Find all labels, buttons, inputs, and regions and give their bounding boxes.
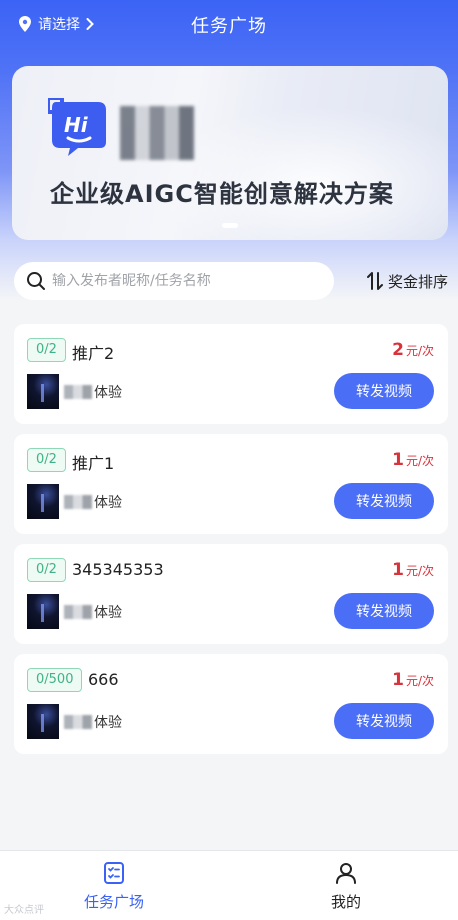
- video-thumbnail[interactable]: [27, 704, 59, 739]
- task-name: 666: [88, 670, 119, 689]
- task-price: 2 元/次: [392, 340, 434, 360]
- price-unit: 元/次: [405, 344, 434, 358]
- forward-video-button[interactable]: 转发视频: [334, 593, 434, 629]
- tab-task-square[interactable]: 任务广场: [54, 861, 174, 912]
- search-icon: [27, 272, 45, 290]
- task-card[interactable]: 0/500 666 1 元/次 体验 转发视频: [14, 654, 448, 754]
- task-price: 1 元/次: [392, 560, 434, 580]
- task-name: 推广1: [72, 454, 115, 473]
- forward-video-button[interactable]: 转发视频: [334, 483, 434, 519]
- quota-badge: 0/2: [27, 558, 66, 582]
- price-value: 1: [392, 560, 404, 580]
- publisher: 体验: [64, 602, 122, 622]
- task-card[interactable]: 0/2 推广2 2 元/次 体验 转发视频: [14, 324, 448, 424]
- tab-mine[interactable]: 我的: [286, 861, 406, 912]
- watermark: 大众点评: [4, 905, 44, 916]
- task-price: 1 元/次: [392, 450, 434, 470]
- price-unit: 元/次: [405, 674, 434, 688]
- price-value: 2: [392, 340, 404, 360]
- price-value: 1: [392, 450, 404, 470]
- blurred-publisher-name: [64, 715, 92, 729]
- tab-label: 任务广场: [83, 893, 144, 911]
- blurred-publisher-name: [64, 495, 92, 509]
- task-price: 1 元/次: [392, 670, 434, 690]
- publisher: 体验: [64, 492, 122, 512]
- page-title: 任务广场: [191, 16, 267, 37]
- brand-logo: Hi: [48, 98, 106, 156]
- quota-badge: 0/500: [27, 668, 83, 692]
- video-thumbnail[interactable]: [27, 374, 59, 409]
- logo-text: Hi: [64, 113, 89, 137]
- publisher-suffix: 体验: [94, 495, 122, 511]
- publisher-suffix: 体验: [94, 715, 122, 731]
- price-unit: 元/次: [405, 454, 434, 468]
- banner-slogan: 企业级AIGC智能创意解决方案: [50, 180, 394, 208]
- publisher: 体验: [64, 382, 122, 402]
- bottom-tab-bar: 任务广场 我的: [0, 850, 458, 920]
- price-unit: 元/次: [405, 564, 434, 578]
- promo-banner[interactable]: Hi 企业级AIGC智能创意解决方案: [12, 66, 448, 240]
- forward-video-button[interactable]: 转发视频: [334, 373, 434, 409]
- search-input[interactable]: [52, 273, 312, 289]
- price-value: 1: [392, 670, 404, 690]
- video-thumbnail[interactable]: [27, 594, 59, 629]
- quota-badge: 0/2: [27, 448, 66, 472]
- task-name: 345345353: [72, 560, 164, 579]
- sort-icon: [366, 272, 383, 290]
- quota-badge: 0/2: [27, 338, 66, 362]
- blurred-publisher-name: [64, 605, 92, 619]
- search-row: 奖金排序: [14, 262, 448, 300]
- blurred-publisher-name: [64, 385, 92, 399]
- publisher: 体验: [64, 712, 122, 732]
- tab-label: 我的: [330, 893, 361, 911]
- sort-by-reward-button[interactable]: 奖金排序: [366, 262, 448, 300]
- task-card[interactable]: 0/2 推广1 1 元/次 体验 转发视频: [14, 434, 448, 534]
- task-card[interactable]: 0/2 345345353 1 元/次 体验 转发视频: [14, 544, 448, 644]
- video-thumbnail[interactable]: [27, 484, 59, 519]
- sort-label: 奖金排序: [387, 272, 448, 291]
- task-list-icon: [104, 862, 124, 884]
- forward-video-button[interactable]: 转发视频: [334, 703, 434, 739]
- search-box[interactable]: [14, 262, 334, 300]
- publisher-suffix: 体验: [94, 385, 122, 401]
- publisher-suffix: 体验: [94, 605, 122, 621]
- header: 请选择 任务广场: [0, 0, 458, 48]
- task-name: 推广2: [72, 344, 115, 363]
- user-icon: [336, 863, 356, 884]
- blurred-brand-name: [120, 106, 194, 160]
- carousel-indicator[interactable]: [222, 223, 238, 228]
